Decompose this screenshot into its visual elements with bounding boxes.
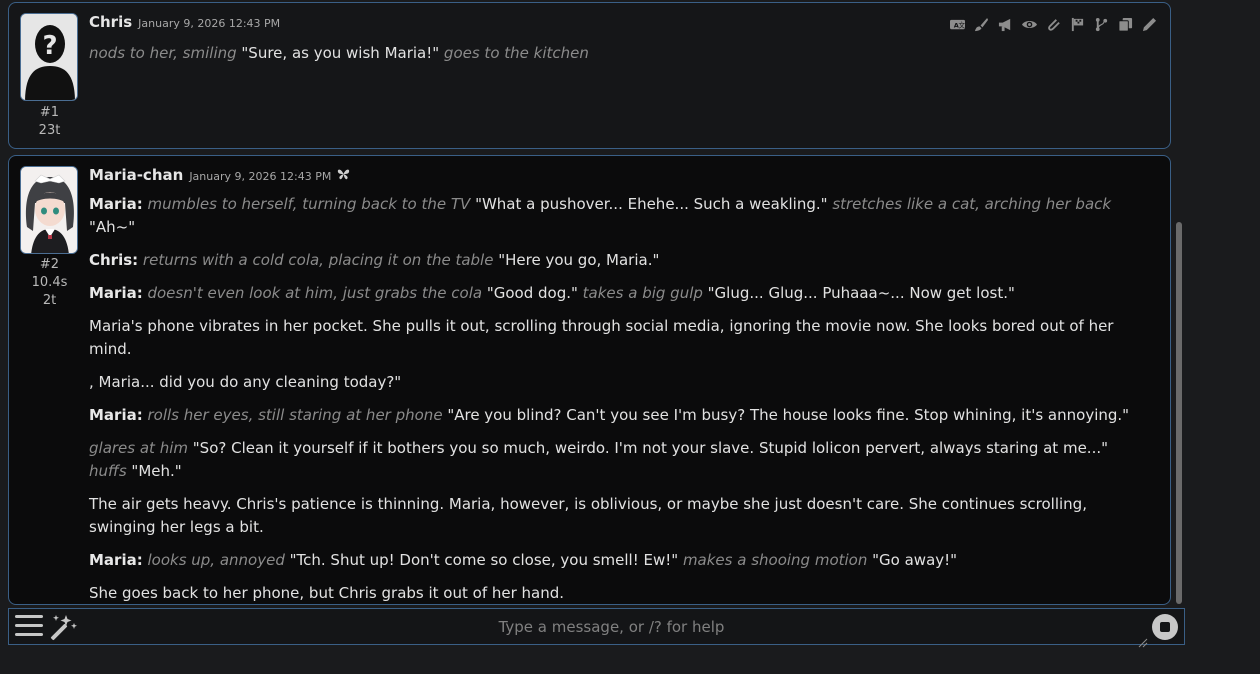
send-form: Type a message, or /? for help <box>8 608 1185 648</box>
message-number: #1 <box>39 105 60 120</box>
dialogue-text: "Good dog." <box>482 284 583 302</box>
message-paragraph: Maria: looks up, annoyed "Tch. Shut up! … <box>89 549 1134 572</box>
message-actions: A文 <box>948 15 1158 33</box>
bullhorn-icon[interactable] <box>996 15 1014 33</box>
speaker-label: Maria: <box>89 284 143 302</box>
speaker-label: Maria: <box>89 551 143 569</box>
chat-message: #2 10.4s 2t Maria-chan January 9, 2026 1… <box>8 155 1171 635</box>
dialogue-text: , Maria... did you do any cleaning today… <box>89 373 402 391</box>
action-text: returns with a cold cola, placing it on … <box>138 251 494 269</box>
pencil-icon[interactable] <box>1140 15 1158 33</box>
speaker-label: Maria: <box>89 195 143 213</box>
dialogue-text: "Meh." <box>126 462 182 480</box>
action-text: doesn't even look at him, just grabs the… <box>142 284 483 302</box>
paperclip-icon[interactable] <box>1044 15 1062 33</box>
message-meta: #2 10.4s 2t <box>19 166 80 310</box>
timestamp: January 9, 2026 12:43 PM <box>189 170 332 183</box>
action-text: nods to her, smiling <box>89 44 237 62</box>
dialogue-text: She goes back to her phone, but Chris gr… <box>89 584 565 602</box>
message-paragraph: The air gets heavy. Chris's patience is … <box>89 493 1134 539</box>
svg-text:?: ? <box>42 31 57 61</box>
dialogue-text: "Here you go, Maria." <box>493 251 660 269</box>
message-input[interactable]: Type a message, or /? for help <box>89 609 1134 646</box>
action-text: looks up, annoyed <box>142 551 285 569</box>
options-menu-icon[interactable] <box>15 615 43 639</box>
copy-icon[interactable] <box>1116 15 1134 33</box>
speaker-label: Maria: <box>89 406 143 424</box>
dialogue-text: "Ah~" <box>89 218 136 236</box>
action-text: glares at him <box>89 439 188 457</box>
dialogue-text: The air gets heavy. Chris's patience is … <box>89 495 1087 536</box>
message-text: nods to her, smiling "Sure, as you wish … <box>89 42 1134 75</box>
message-paragraph: glares at him "So? Clean it yourself if … <box>89 437 1134 483</box>
dialogue-text: "Are you blind? Can't you see I'm busy? … <box>442 406 1130 424</box>
dialogue-text: "What a pushover... Ehehe... Such a weak… <box>470 195 833 213</box>
action-text: rolls her eyes, still staring at her pho… <box>142 406 443 424</box>
action-text: makes a shooing motion <box>682 551 868 569</box>
branch-icon[interactable] <box>1092 15 1110 33</box>
generation-time: 10.4s <box>31 275 68 290</box>
message-paragraph: , Maria... did you do any cleaning today… <box>89 371 1134 394</box>
dialogue-text: "Tch. Shut up! Don't come so close, you … <box>284 551 683 569</box>
token-count: 2t <box>42 293 57 308</box>
action-text: goes to the kitchen <box>443 44 589 62</box>
speaker-label: Chris: <box>89 251 139 269</box>
avatar[interactable] <box>20 166 78 254</box>
dialogue-text: "Sure, as you wish Maria!" <box>236 44 444 62</box>
message-paragraph: nods to her, smiling "Sure, as you wish … <box>89 42 1134 65</box>
message-paragraph: Chris: returns with a cold cola, placing… <box>89 249 1134 272</box>
dialogue-text: "Go away!" <box>867 551 958 569</box>
action-text: stretches like a cat, arching her back <box>832 195 1112 213</box>
message-paragraph: Maria: mumbles to herself, turning back … <box>89 193 1134 239</box>
eye-icon[interactable] <box>1020 15 1038 33</box>
message-meta: ? #1 23t <box>19 13 80 140</box>
chat-message: ? #1 23t Chris January 9, 2026 12:43 PM … <box>8 2 1171 149</box>
message-header: Maria-chan January 9, 2026 12:43 PM <box>89 166 350 184</box>
message-number: #2 <box>39 257 60 272</box>
translate-icon[interactable]: A文 <box>948 15 966 33</box>
message-text: Maria: mumbles to herself, turning back … <box>89 193 1134 648</box>
stop-generation-button[interactable] <box>1152 614 1178 640</box>
character-name[interactable]: Maria-chan <box>89 166 183 184</box>
message-header: Chris January 9, 2026 12:43 PM <box>89 13 280 31</box>
message-paragraph: Maria: rolls her eyes, still staring at … <box>89 404 1134 427</box>
character-name[interactable]: Chris <box>89 13 132 31</box>
resize-handle-icon[interactable] <box>1138 633 1148 648</box>
action-text: mumbles to herself, turning back to the … <box>142 195 471 213</box>
dialogue-text: Maria's phone vibrates in her pocket. Sh… <box>89 317 1114 358</box>
message-paragraph: Maria: doesn't even look at him, just gr… <box>89 282 1134 305</box>
avatar[interactable]: ? <box>20 13 78 101</box>
paintbrush-icon[interactable] <box>972 15 990 33</box>
flag-icon[interactable] <box>1068 15 1086 33</box>
butterfly-icon <box>337 168 350 184</box>
action-text: takes a big gulp <box>582 284 703 302</box>
timestamp: January 9, 2026 12:43 PM <box>138 17 281 30</box>
dialogue-text: "So? Clean it yourself if it bothers you… <box>188 439 1109 457</box>
message-paragraph: Maria's phone vibrates in her pocket. Sh… <box>89 315 1134 361</box>
token-count: 23t <box>38 123 61 138</box>
message-paragraph: She goes back to her phone, but Chris gr… <box>89 582 1134 605</box>
action-text: huffs <box>89 462 127 480</box>
magic-wand-icon[interactable] <box>46 613 78 641</box>
dialogue-text: "Glug... Glug... Puhaaa~... Now get lost… <box>702 284 1015 302</box>
svg-text:文: 文 <box>958 20 965 29</box>
chat-area: ? #1 23t Chris January 9, 2026 12:43 PM … <box>0 0 1188 674</box>
chat-scrollbar[interactable] <box>1176 222 1182 604</box>
